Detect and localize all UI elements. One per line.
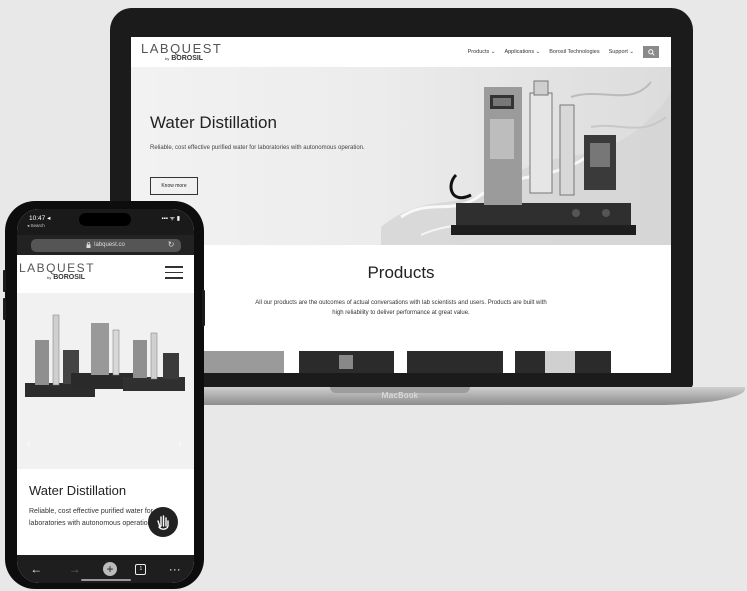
status-back-to-search[interactable]: ◂ Search: [27, 223, 45, 229]
home-indicator: [81, 579, 131, 581]
desktop-navbar: LABQUEST by BOROSIL Products ⌄ Applicati…: [131, 37, 671, 67]
mobile-hero-title: Water Distillation: [29, 483, 127, 498]
products-heading: Products: [367, 263, 435, 282]
mobile-logo-by: by: [47, 275, 52, 280]
logo-borosil: BOROSIL: [171, 55, 204, 62]
laptop-brand-label: MacBook: [381, 391, 419, 400]
url-text: labquest.co: [94, 242, 125, 248]
status-signal-icons: ▪▪▪ ᯤ ▮: [161, 216, 181, 222]
mobile-logo-wordmark: LABQUEST: [19, 261, 96, 275]
hero-description: Reliable, cost effective purified water …: [150, 145, 365, 151]
product-thumb-4[interactable]: [515, 351, 611, 373]
status-time: 10:47 ◂: [29, 215, 51, 222]
nav-applications[interactable]: Applications ⌄: [504, 49, 540, 55]
phone-volume-down: [3, 298, 6, 320]
desktop-logo[interactable]: LABQUEST by BOROSIL: [141, 41, 223, 62]
lock-icon: [86, 242, 91, 248]
back-arrow-icon[interactable]: ←: [26, 562, 46, 576]
tabs-icon[interactable]: 1: [135, 563, 147, 575]
chat-assistant-button[interactable]: [148, 507, 178, 537]
search-button[interactable]: [643, 46, 659, 58]
desktop-hero: Water Distillation Reliable, cost effect…: [131, 67, 671, 245]
product-thumb-1[interactable]: [199, 351, 284, 373]
carousel-next-arrow[interactable]: ›: [178, 439, 181, 450]
phone-screen: 10:47 ◂ ◂ Search ▪▪▪ ᯤ ▮ labquest.co ↻ L…: [17, 209, 194, 583]
nav-support[interactable]: Support ⌄: [609, 49, 634, 55]
carousel-prev-arrow[interactable]: ‹: [27, 439, 30, 450]
product-thumb-3[interactable]: [407, 351, 503, 373]
mobile-logo-borosil: BOROSIL: [53, 274, 86, 281]
nav-products[interactable]: Products ⌄: [468, 49, 496, 55]
more-menu-icon[interactable]: ···: [165, 562, 185, 576]
carousel-product-image: [25, 314, 185, 397]
product-thumbnails: [199, 351, 611, 373]
laptop-screen: LABQUEST by BOROSIL Products ⌄ Applicati…: [131, 37, 671, 373]
know-more-button[interactable]: Know more: [150, 177, 198, 195]
logo-by: by: [165, 56, 170, 61]
dynamic-island: [79, 213, 131, 226]
logo-subbrand: by BOROSIL: [165, 55, 203, 62]
desktop-menu: Products ⌄ Applications ⌄ Borosil Techno…: [468, 46, 659, 58]
phone-status-bar: 10:47 ◂ ◂ Search ▪▪▪ ᯤ ▮: [17, 209, 194, 235]
forward-arrow-icon[interactable]: →: [65, 562, 85, 576]
nav-borosil-technologies[interactable]: Borosil Technologies: [549, 49, 599, 55]
phone-volume-up: [3, 270, 6, 292]
mobile-hero-carousel: ‹ ›: [17, 293, 194, 469]
new-tab-icon[interactable]: +: [102, 562, 117, 576]
hand-wave-icon: [157, 515, 169, 530]
refresh-icon[interactable]: ↻: [168, 240, 175, 249]
hero-title: Water Distillation: [150, 113, 277, 132]
mobile-logo-subbrand: by BOROSIL: [47, 274, 85, 281]
hamburger-menu-icon[interactable]: [165, 266, 183, 283]
search-icon: [647, 48, 655, 56]
mobile-logo[interactable]: LABQUEST by BOROSIL: [19, 261, 96, 281]
phone-power-button: [202, 290, 205, 326]
url-field[interactable]: labquest.co ↻: [30, 238, 181, 252]
mobile-site-header: LABQUEST by BOROSIL: [17, 255, 194, 291]
water-distillation-unit-image: [449, 80, 636, 235]
products-description: All our products are the outcomes of act…: [255, 300, 547, 316]
logo-wordmark: LABQUEST: [141, 41, 223, 56]
browser-url-bar: labquest.co ↻: [17, 235, 194, 255]
product-thumb-2[interactable]: [299, 351, 394, 373]
